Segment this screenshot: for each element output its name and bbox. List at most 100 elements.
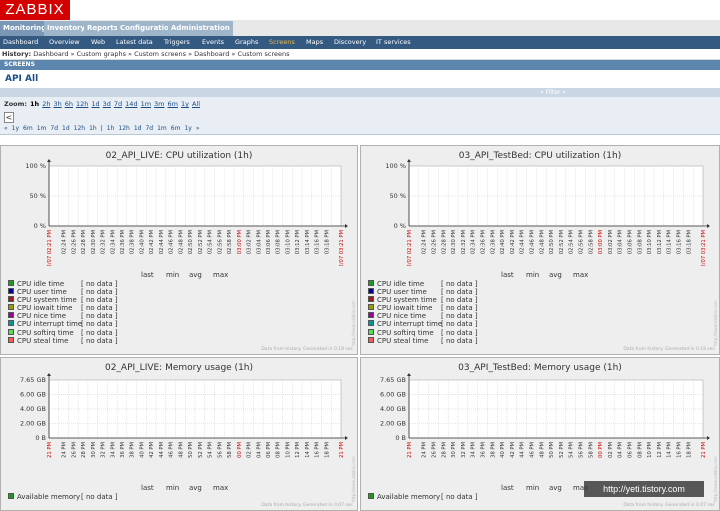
submenu-latest-data[interactable]: Latest data xyxy=(116,36,153,49)
history-label: History: xyxy=(2,50,32,58)
zoom-option-3m[interactable]: 3m xyxy=(154,100,164,108)
menu-tab-monitoring[interactable]: Monitoring xyxy=(0,21,50,36)
zoom-option-3h[interactable]: 3h xyxy=(53,100,61,108)
period-back-3[interactable]: 1m xyxy=(37,125,47,132)
submenu-events[interactable]: Events xyxy=(202,36,224,49)
menu-tab-administration[interactable]: Administration xyxy=(168,21,233,36)
legend-value: [ no data ] xyxy=(81,304,118,313)
zoom-option-12h[interactable]: 12h xyxy=(76,100,88,108)
zoom-option-2h[interactable]: 2h xyxy=(42,100,50,108)
x-tick-label: 02:24 PM xyxy=(62,442,68,458)
period-forward-0[interactable]: 1h xyxy=(107,125,115,132)
x-end-label: 12/07 03:21 PM xyxy=(339,442,345,458)
x-tick-label: 03:02 PM xyxy=(608,442,614,458)
period-forward-1[interactable]: 12h xyxy=(118,125,129,132)
submenu-overview[interactable]: Overview xyxy=(49,36,80,49)
period-back-4[interactable]: 7d xyxy=(50,125,58,132)
zoom-option-1h[interactable]: 1h xyxy=(30,100,39,108)
x-end-label: 12/07 03:21 PM xyxy=(339,230,345,266)
zoom-option-6h[interactable]: 6h xyxy=(65,100,73,108)
x-tick-label: 03:00 PM xyxy=(598,230,604,254)
y-tick-label: 7.65 GB xyxy=(20,376,46,384)
zoom-selector: Zoom: 1h 2h 3h 6h 12h 1d 3d 7d 14d 1m 3m 6m 1y All xyxy=(4,100,200,108)
period-forward-6[interactable]: 1y xyxy=(184,125,191,132)
submenu-screens[interactable]: Screens xyxy=(269,36,295,49)
top-bar: ZABBIX xyxy=(0,0,720,20)
period-forward-5[interactable]: 6m xyxy=(171,125,181,132)
graph-plot[interactable]: 7.65 GB 6.00 GB 4.00 GB 2.00 GB 0 B12/07 02:… xyxy=(361,358,717,458)
legend-name: CPU steal time xyxy=(377,336,429,345)
graph-legend: CPU idle time [ no data ] CPU user time [ n… xyxy=(8,280,208,345)
x-tick-label: 03:00 PM xyxy=(598,442,604,458)
graph-panel[interactable]: 02_API_LIVE: Memory usage (1h) 7.65 GB 6.0… xyxy=(0,357,358,511)
zoom-label: Zoom: xyxy=(4,100,28,108)
menu-tab-inventory[interactable]: Inventory xyxy=(44,21,89,36)
period-back-1[interactable]: 1y xyxy=(12,125,19,132)
x-tick-label: 02:50 PM xyxy=(549,442,555,458)
breadcrumb: History: Dashboard » Custom graphs » Cus… xyxy=(0,49,720,60)
y-tick-label: 50 % xyxy=(389,192,406,200)
submenu-it-services[interactable]: IT services xyxy=(376,36,411,49)
graph-footnote: Data from history. Generated in 0.18 sec xyxy=(261,347,353,352)
x-tick-label: 03:14 PM xyxy=(305,230,311,254)
y-tick-label: 100 % xyxy=(385,162,406,170)
x-tick-label: 02:52 PM xyxy=(198,230,204,254)
zoom-option-all[interactable]: All xyxy=(192,100,200,108)
zoom-option-1d[interactable]: 1d xyxy=(91,100,99,108)
x-tick-label: 03:10 PM xyxy=(285,442,291,458)
menu-tab-reports[interactable]: Reports xyxy=(84,21,121,36)
legend-item: CPU user time [ no data ] xyxy=(8,288,208,296)
zoom-option-1m[interactable]: 1m xyxy=(141,100,151,108)
x-tick-label: 02:44 PM xyxy=(520,442,526,458)
y-tick-label: 0 B xyxy=(35,434,46,442)
submenu-triggers[interactable]: Triggers xyxy=(164,36,190,49)
submenu-maps[interactable]: Maps xyxy=(306,36,323,49)
zoom-option-1y[interactable]: 1y xyxy=(181,100,189,108)
legend-item: CPU system time [ no data ] xyxy=(368,296,568,304)
x-tick-label: 03:08 PM xyxy=(637,442,643,458)
period-back-5[interactable]: 1d xyxy=(62,125,70,132)
x-tick-label: 03:02 PM xyxy=(608,230,614,254)
x-tick-label: 03:06 PM xyxy=(628,442,634,458)
zabbix-logo[interactable]: ZABBIX xyxy=(0,0,70,20)
period-back-6[interactable]: 12h xyxy=(74,125,85,132)
legend-swatch xyxy=(368,493,374,499)
graph-plot[interactable]: 100 %50 %0 %12/07 02:21 PM 02:24 PM 02:26 … xyxy=(1,146,355,266)
period-forward-4[interactable]: 1m xyxy=(157,125,167,132)
zoom-option-3d[interactable]: 3d xyxy=(103,100,111,108)
scroll-left-button[interactable]: < xyxy=(4,112,14,123)
legend-name: CPU softirq time xyxy=(377,328,434,337)
graph-panel[interactable]: 02_API_LIVE: CPU utilization (1h) 100 % 50… xyxy=(0,145,358,355)
x-axis-arrow xyxy=(345,436,348,440)
x-tick-label: 03:08 PM xyxy=(637,230,643,254)
period-forward-7[interactable]: » xyxy=(196,125,200,132)
period-back-2[interactable]: 6m xyxy=(23,125,33,132)
x-tick-label: 02:40 PM xyxy=(139,230,145,254)
x-tick-label: 03:00 PM xyxy=(237,442,243,458)
x-start-label: 12/07 02:21 PM xyxy=(407,442,413,458)
graph-plot[interactable]: 100 %50 %0 %12/07 02:21 PM 02:24 PM 02:26 … xyxy=(361,146,717,266)
submenu-graphs[interactable]: Graphs xyxy=(235,36,258,49)
x-tick-label: 02:26 PM xyxy=(432,230,438,254)
y-tick-label: 4.00 GB xyxy=(20,405,46,413)
graph-plot[interactable]: 7.65 GB 6.00 GB 4.00 GB 2.00 GB 0 B12/07 02:… xyxy=(1,358,355,458)
zoom-option-6m[interactable]: 6m xyxy=(168,100,178,108)
graph-panel[interactable]: 03_API_TestBed: CPU utilization (1h) 100 … xyxy=(360,145,720,355)
legend-col-min: min xyxy=(526,484,540,492)
legend-name: CPU system time xyxy=(17,296,77,305)
zoom-option-14d[interactable]: 14d xyxy=(125,100,137,108)
submenu-web[interactable]: Web xyxy=(91,36,105,49)
period-forward-3[interactable]: 7d xyxy=(145,125,153,132)
filter-bar[interactable]: « Filter » xyxy=(0,88,720,97)
x-tick-label: 02:54 PM xyxy=(208,442,214,458)
submenu-discovery[interactable]: Discovery xyxy=(334,36,366,49)
zoom-option-7d[interactable]: 7d xyxy=(114,100,122,108)
submenu-dashboard[interactable]: Dashboard xyxy=(3,36,38,49)
history-path[interactable]: Dashboard » Custom graphs » Custom scree… xyxy=(33,50,289,58)
period-forward-2[interactable]: 1d xyxy=(134,125,142,132)
period-back-0[interactable]: « xyxy=(4,125,8,132)
period-navigation: «1y 6m 1m 7d 1d 12h 1h | 1h 12h 1d 7d 1m 6m 1y» xyxy=(4,125,204,132)
filter-toggle[interactable]: « Filter » xyxy=(540,88,566,97)
legend-item: CPU idle time [ no data ] xyxy=(368,280,568,288)
period-back-7[interactable]: 1h xyxy=(89,125,97,132)
